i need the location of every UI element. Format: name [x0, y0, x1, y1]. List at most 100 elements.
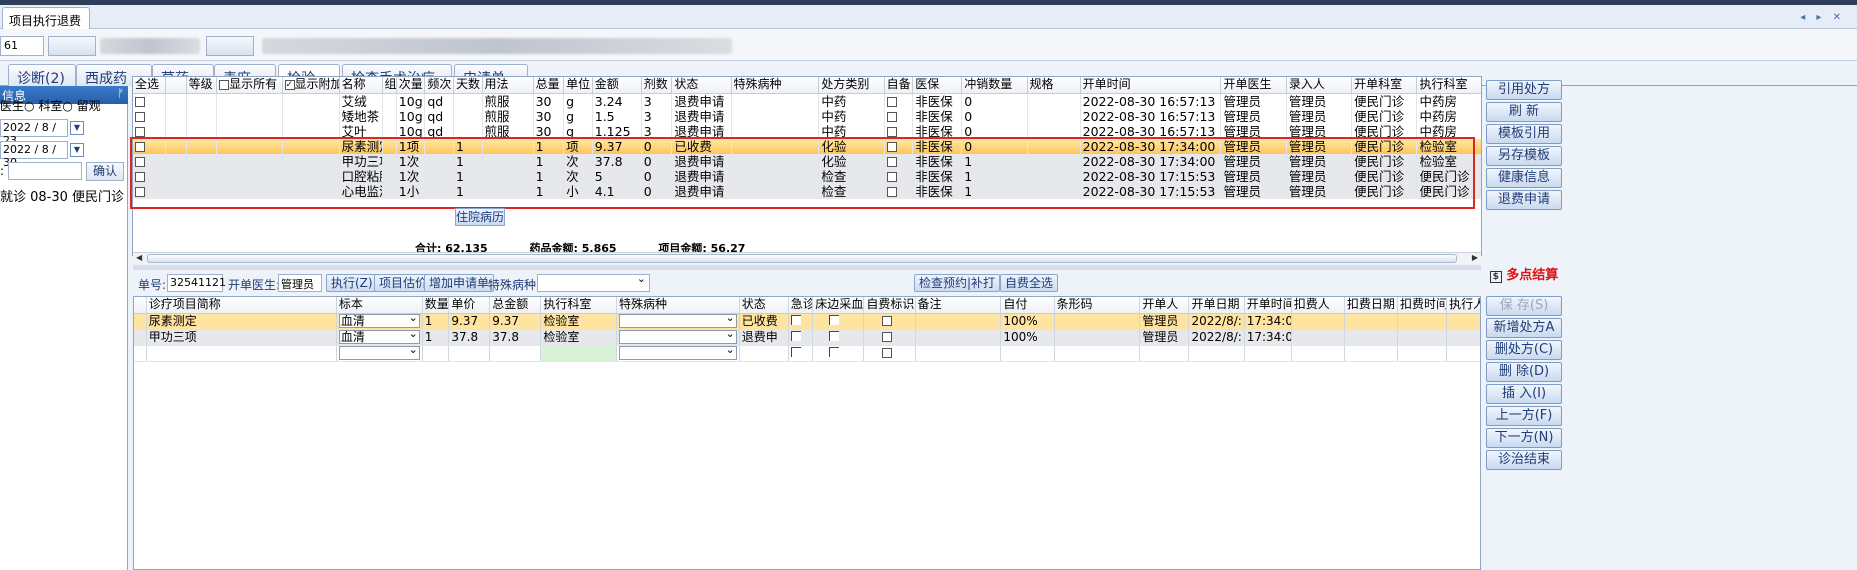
- header-exec-dept[interactable]: 执行科室: [1416, 77, 1481, 94]
- header-entry[interactable]: 录入人: [1286, 77, 1353, 94]
- header-insurance[interactable]: 医保: [912, 77, 963, 94]
- special-select[interactable]: [619, 329, 737, 344]
- order-no-input[interactable]: 32541121: [167, 274, 226, 292]
- cell-selfpay-flag[interactable]: [863, 313, 916, 330]
- urgent-checkbox[interactable]: [790, 346, 801, 357]
- self-checkbox-cell[interactable]: [884, 153, 914, 169]
- save-as-template-button[interactable]: 另存模板: [1486, 146, 1562, 166]
- self-checkbox[interactable]: [886, 157, 897, 167]
- doctor-input[interactable]: 管理员: [278, 274, 322, 292]
- grid-row[interactable]: 矮地茶 10g qd 煎服 30 g 1.5 3 退费申请 中药 非医保 0 2022-08-30 16…: [133, 108, 1481, 124]
- row-checkbox-cell[interactable]: [133, 93, 167, 109]
- refresh-button[interactable]: 刷 新: [1486, 102, 1562, 122]
- lab-empty-row[interactable]: [134, 345, 1480, 362]
- special-disease-select[interactable]: [537, 273, 650, 292]
- row-checkbox-cell[interactable]: [133, 123, 167, 139]
- lower-header-status[interactable]: 状态: [739, 297, 789, 314]
- selfpay-checkbox[interactable]: [882, 348, 893, 358]
- search-input[interactable]: [8, 162, 82, 180]
- cell-sample[interactable]: 血清: [336, 329, 423, 346]
- cell-bedside[interactable]: [812, 329, 865, 346]
- date-from-input[interactable]: 2022 / 8 / 23: [0, 119, 68, 147]
- header-usage[interactable]: 用法: [482, 77, 534, 94]
- self-checkbox-cell[interactable]: [884, 123, 914, 139]
- self-checkbox-cell[interactable]: [884, 168, 914, 184]
- header-total[interactable]: 总量: [533, 77, 565, 94]
- sample-select[interactable]: 血清: [338, 313, 420, 328]
- grid-row[interactable]: 艾叶 10g qd 煎服 30 g 1.125 3 退费申请 中药 非医保 0 2022-08-30 1…: [133, 123, 1481, 139]
- quote-prescription-button[interactable]: 引用处方: [1486, 80, 1562, 100]
- execute-button[interactable]: 执行(Z): [326, 274, 378, 292]
- sample-select[interactable]: [338, 345, 420, 360]
- urgent-checkbox[interactable]: [790, 314, 801, 325]
- previous-prescription-button[interactable]: 上一方(F): [1486, 406, 1562, 426]
- lower-header-sample[interactable]: 标本: [336, 297, 423, 314]
- lower-header-item[interactable]: 诊疗项目简称: [146, 297, 337, 314]
- insert-button[interactable]: 插 入(I): [1486, 384, 1562, 404]
- lower-header-total[interactable]: 总金额: [489, 297, 542, 314]
- header-self[interactable]: 自备: [884, 77, 914, 94]
- header-unit[interactable]: 单位: [563, 77, 593, 94]
- confirm-button[interactable]: 确认: [86, 162, 124, 181]
- tab-diagnosis[interactable]: 诊断(2): [8, 64, 76, 87]
- date-to-dropdown-icon[interactable]: ▼: [70, 143, 84, 157]
- toolbar-button-1[interactable]: [48, 36, 96, 56]
- show-extra-checkbox[interactable]: [284, 79, 295, 90]
- scroll-thumb[interactable]: [147, 254, 1457, 263]
- delete-prescription-button[interactable]: 删处方(C): [1486, 340, 1562, 360]
- grid-row[interactable]: 心电监测1小11小4.10退费申请检查非医保12022-08-30 17:15:…: [133, 183, 1481, 199]
- urgent-checkbox[interactable]: [790, 330, 801, 341]
- sample-select[interactable]: 血清: [338, 329, 420, 344]
- lower-header-charge-date[interactable]: 扣费日期: [1344, 297, 1399, 314]
- bedside-checkbox[interactable]: [829, 346, 840, 357]
- grid-row[interactable]: 口腔粘膜雾化治疗1次11次50退费申请检查非医保12022-08-30 17:1…: [133, 168, 1481, 184]
- lower-header-bedside[interactable]: 床边采血: [812, 297, 865, 314]
- pin-icon[interactable]: ᚠ: [117, 87, 124, 100]
- row-checkbox-cell[interactable]: [133, 108, 167, 124]
- lab-row[interactable]: 甲功三项血清137.837.8检验室退费申100%管理员2022/8/:17:3…: [134, 329, 1480, 346]
- self-checkbox-cell[interactable]: [884, 108, 914, 124]
- selfpay-checkbox[interactable]: [882, 316, 893, 326]
- lower-header-charge-time[interactable]: 扣费时间: [1397, 297, 1448, 314]
- header-frequency[interactable]: 频次: [424, 77, 454, 94]
- lower-header-selfpay[interactable]: 自付: [1000, 297, 1055, 314]
- scroll-left-icon[interactable]: ◀: [136, 253, 142, 262]
- cell-selfpay-flag[interactable]: [863, 345, 916, 362]
- lower-header-dept[interactable]: 执行科室: [540, 297, 618, 314]
- row-checkbox[interactable]: [135, 187, 145, 197]
- header-dept[interactable]: 开单科室: [1351, 77, 1418, 94]
- row-checkbox-cell[interactable]: [133, 153, 167, 169]
- special-select[interactable]: [619, 313, 737, 328]
- lower-header-open-date[interactable]: 开单日期: [1188, 297, 1245, 314]
- scroll-right-icon[interactable]: ▶: [1472, 253, 1478, 262]
- lower-header-price[interactable]: 单价: [448, 297, 491, 314]
- row-checkbox[interactable]: [135, 157, 145, 167]
- row-checkbox[interactable]: [135, 172, 145, 182]
- lab-row[interactable]: 尿素测定血清19.379.37检验室已收费100%管理员2022/8/:17:3…: [134, 313, 1480, 330]
- row-checkbox-cell[interactable]: [133, 138, 167, 154]
- new-prescription-button[interactable]: 新增处方A: [1486, 318, 1562, 338]
- show-all-checkbox[interactable]: [219, 79, 230, 90]
- health-info-button[interactable]: 健康信息: [1486, 168, 1562, 188]
- header-spec[interactable]: 规格: [1027, 77, 1081, 94]
- cell-sample[interactable]: 血清: [336, 313, 423, 330]
- grid-row[interactable]: 甲功三项1次11次37.80退费申请化验非医保12022-08-30 17:34…: [133, 153, 1481, 169]
- tab-nav-arrows-icon[interactable]: ◂ ▸ ✕: [1800, 12, 1845, 23]
- special-select[interactable]: [619, 345, 737, 360]
- self-checkbox-cell[interactable]: [884, 93, 914, 109]
- self-checkbox[interactable]: [886, 112, 897, 122]
- cell-bedside[interactable]: [812, 313, 865, 330]
- row-checkbox-cell[interactable]: [133, 183, 167, 199]
- header-amount[interactable]: 金额: [592, 77, 642, 94]
- finish-treatment-button[interactable]: 诊治结束: [1486, 450, 1562, 470]
- header-doses[interactable]: 剂数: [641, 77, 673, 94]
- header-category[interactable]: 处方类别: [818, 77, 885, 94]
- date-from-dropdown-icon[interactable]: ▼: [70, 121, 84, 135]
- header-doctor[interactable]: 开单医生: [1220, 77, 1287, 94]
- cell-special[interactable]: [616, 345, 740, 362]
- cell-sample[interactable]: [336, 345, 423, 362]
- self-checkbox[interactable]: [886, 97, 897, 107]
- header-show-all[interactable]: 显示所有: [216, 77, 283, 94]
- lower-header-barcode[interactable]: 条形码: [1054, 297, 1141, 314]
- self-checkbox[interactable]: [886, 142, 897, 152]
